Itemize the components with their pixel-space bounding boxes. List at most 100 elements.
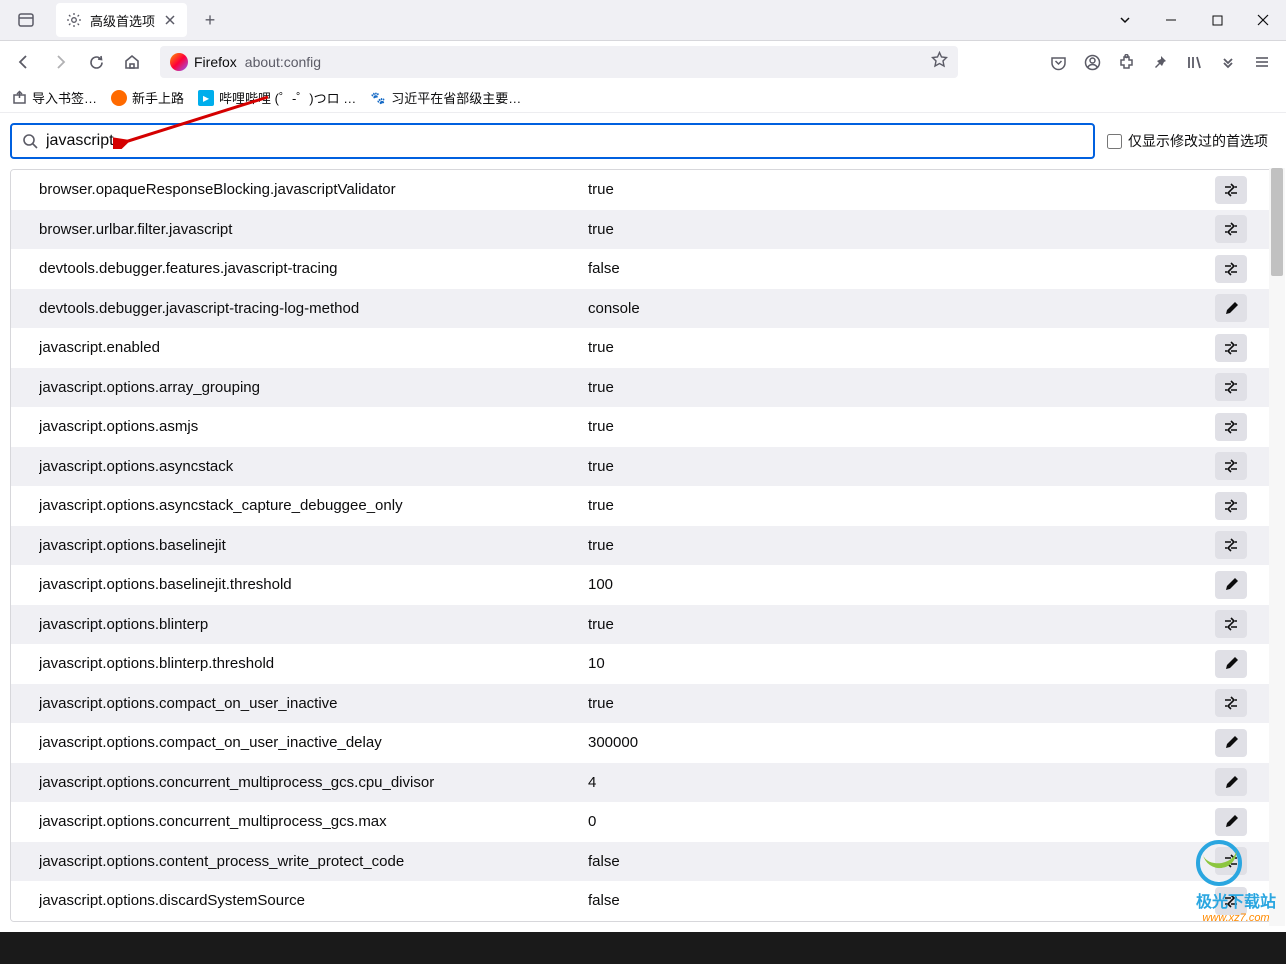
maximize-button[interactable] [1194,0,1240,40]
pref-row[interactable]: javascript.options.asyncstack_capture_de… [11,486,1275,526]
forward-button[interactable] [44,46,76,78]
pref-name: devtools.debugger.javascript-tracing-log… [39,300,588,317]
scrollbar-thumb[interactable] [1271,168,1283,276]
account-button[interactable] [1076,46,1108,78]
pref-value: 0 [588,813,1215,830]
pref-value: true [588,458,1215,475]
pref-name: javascript.options.baselinejit [39,537,588,554]
pref-row[interactable]: javascript.options.concurrent_multiproce… [11,802,1275,842]
toggle-button[interactable] [1215,413,1247,441]
bookmark-star-icon[interactable] [931,51,948,73]
baidu-icon: 🐾 [370,90,386,106]
identity-box[interactable]: Firefox [170,53,237,71]
toggle-button[interactable] [1215,847,1247,875]
pref-name: javascript.options.blinterp [39,616,588,633]
pin-button[interactable] [1144,46,1176,78]
bookmark-baidu[interactable]: 🐾 习近平在省部级主要… [370,88,521,107]
toggle-button[interactable] [1215,492,1247,520]
list-all-tabs-button[interactable] [1102,0,1148,40]
pref-value: true [588,616,1215,633]
toggle-button[interactable] [1215,255,1247,283]
pref-row[interactable]: javascript.options.compact_on_user_inact… [11,684,1275,724]
pref-row[interactable]: javascript.options.asyncstacktrue [11,447,1275,487]
pref-name: javascript.options.compact_on_user_inact… [39,695,588,712]
recent-tabs-button[interactable] [8,4,44,36]
toggle-button[interactable] [1215,373,1247,401]
modified-only-filter[interactable]: 仅显示修改过的首选项 [1107,131,1276,151]
pref-value: true [588,537,1215,554]
pref-row[interactable]: javascript.options.baselinejit.threshold… [11,565,1275,605]
search-icon [22,133,38,149]
pref-name: javascript.enabled [39,339,588,356]
toggle-button[interactable] [1215,887,1247,915]
pref-value: false [588,260,1215,277]
pref-name: javascript.options.baselinejit.threshold [39,576,588,593]
toggle-button[interactable] [1215,334,1247,362]
modified-only-checkbox[interactable] [1107,134,1122,149]
new-tab-button[interactable]: + [195,5,225,35]
pref-row[interactable]: devtools.debugger.features.javascript-tr… [11,249,1275,289]
overflow-button[interactable] [1212,46,1244,78]
back-button[interactable] [8,46,40,78]
edit-button[interactable] [1215,808,1247,836]
toggle-button[interactable] [1215,689,1247,717]
pref-row[interactable]: javascript.options.content_process_write… [11,842,1275,882]
bookmark-getting-started[interactable]: 新手上路 [111,88,184,107]
edit-button[interactable] [1215,571,1247,599]
edit-button[interactable] [1215,294,1247,322]
pref-row[interactable]: browser.urlbar.filter.javascripttrue [11,210,1275,250]
identity-label: Firefox [194,54,237,70]
toggle-button[interactable] [1215,610,1247,638]
pref-value: true [588,339,1215,356]
extensions-button[interactable] [1110,46,1142,78]
pref-value: true [588,379,1215,396]
pref-value: 4 [588,774,1215,791]
toggle-button[interactable] [1215,531,1247,559]
toggle-button[interactable] [1215,176,1247,204]
bookmark-import[interactable]: 导入书签… [12,88,97,107]
library-button[interactable] [1178,46,1210,78]
pref-row[interactable]: javascript.options.array_groupingtrue [11,368,1275,408]
edit-button[interactable] [1215,729,1247,757]
edit-button[interactable] [1215,768,1247,796]
pref-row[interactable]: javascript.options.concurrent_multiproce… [11,763,1275,803]
import-icon [12,90,27,105]
pref-row[interactable]: javascript.options.blinterptrue [11,605,1275,645]
reload-button[interactable] [80,46,112,78]
home-button[interactable] [116,46,148,78]
edit-button[interactable] [1215,650,1247,678]
tab-active[interactable]: 高级首选项 [56,3,187,37]
pref-value: false [588,853,1215,870]
pref-name: javascript.options.array_grouping [39,379,588,396]
config-search-box[interactable] [10,123,1095,159]
pref-name: javascript.options.concurrent_multiproce… [39,813,588,830]
pref-row[interactable]: javascript.options.asmjstrue [11,407,1275,447]
windows-taskbar[interactable] [0,932,1286,964]
pocket-button[interactable] [1042,46,1074,78]
close-icon[interactable] [163,13,177,27]
bookmark-bilibili[interactable]: ▸ 哔哩哔哩 (゜-゜)つロ … [198,88,356,107]
config-search-input[interactable] [46,132,1083,150]
bilibili-icon: ▸ [198,90,214,106]
pref-row[interactable]: javascript.enabledtrue [11,328,1275,368]
window-titlebar: 高级首选项 + [0,0,1286,41]
pref-value: true [588,418,1215,435]
pref-row[interactable]: javascript.options.discardSystemSourcefa… [11,881,1275,921]
pref-row[interactable]: javascript.options.compact_on_user_inact… [11,723,1275,763]
url-bar[interactable]: Firefox about:config [160,46,958,78]
minimize-button[interactable] [1148,0,1194,40]
pref-value: true [588,497,1215,514]
close-window-button[interactable] [1240,0,1286,40]
pref-row[interactable]: devtools.debugger.javascript-tracing-log… [11,289,1275,329]
vertical-scrollbar[interactable] [1269,168,1285,926]
about-config-page: 仅显示修改过的首选项 browser.opaqueResponseBlockin… [0,113,1286,964]
gear-icon [66,12,82,28]
pref-row[interactable]: javascript.options.baselinejittrue [11,526,1275,566]
toggle-button[interactable] [1215,452,1247,480]
pref-value: true [588,181,1215,198]
app-menu-button[interactable] [1246,46,1278,78]
pref-row[interactable]: browser.opaqueResponseBlocking.javascrip… [11,170,1275,210]
pref-name: browser.opaqueResponseBlocking.javascrip… [39,181,588,198]
toggle-button[interactable] [1215,215,1247,243]
pref-row[interactable]: javascript.options.blinterp.threshold10 [11,644,1275,684]
